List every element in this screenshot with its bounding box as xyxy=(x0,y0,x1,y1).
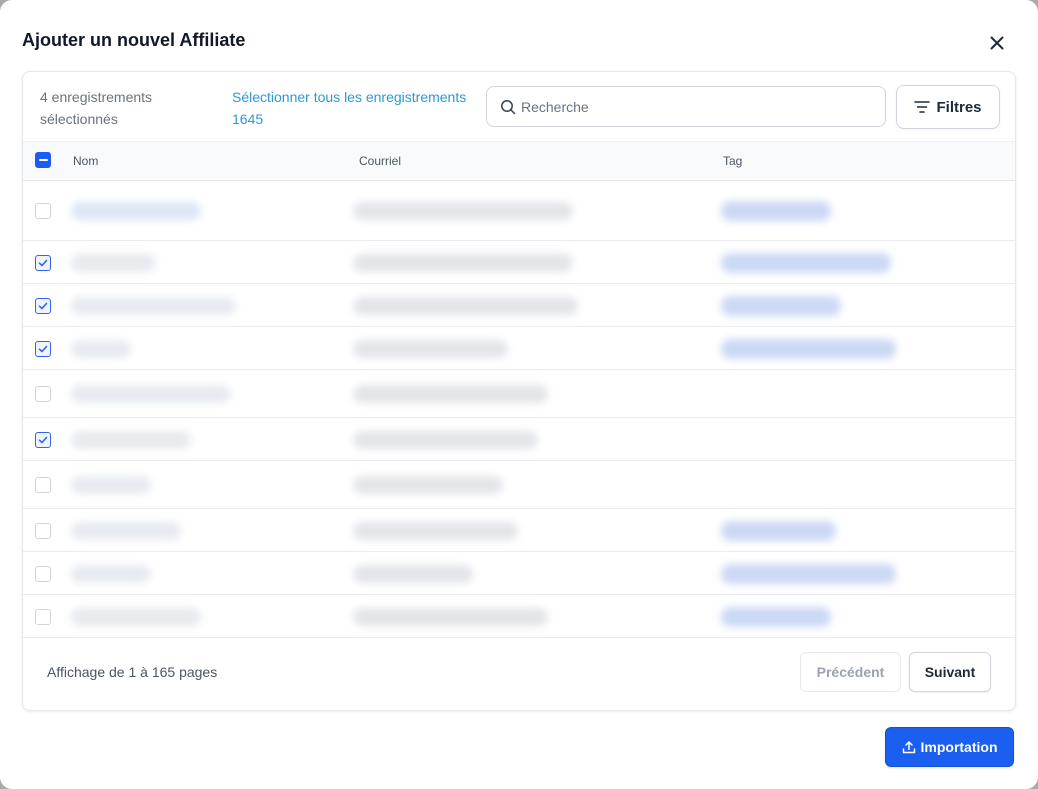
check-icon xyxy=(38,345,48,353)
select-all-records-link[interactable]: Sélectionner tous les enregistrements 16… xyxy=(232,86,487,130)
table-row[interactable] xyxy=(23,595,1015,638)
add-affiliate-dialog: Ajouter un nouvel Affiliate 4 enregistre… xyxy=(0,0,1038,789)
select-all-checkbox[interactable] xyxy=(35,152,51,168)
search-icon xyxy=(501,99,516,114)
close-button[interactable] xyxy=(984,30,1010,56)
table-row[interactable] xyxy=(23,418,1015,461)
column-header-email: Courriel xyxy=(359,154,402,168)
filter-lines-icon xyxy=(914,101,931,113)
cell-email-redacted xyxy=(353,476,503,494)
cell-name-redacted xyxy=(71,565,151,583)
check-icon xyxy=(38,302,48,310)
cell-name-redacted xyxy=(71,297,236,315)
cell-email-redacted xyxy=(353,340,508,358)
row-checkbox[interactable] xyxy=(35,298,51,314)
table-row[interactable] xyxy=(23,370,1015,418)
upload-icon xyxy=(902,741,915,754)
cell-name-redacted xyxy=(71,202,201,220)
row-checkbox[interactable] xyxy=(35,255,51,271)
cell-name-redacted xyxy=(71,385,231,403)
dialog-title: Ajouter un nouvel Affiliate xyxy=(22,30,246,50)
cell-email-redacted xyxy=(353,608,548,626)
cell-tag-redacted xyxy=(721,521,836,541)
cell-name-redacted xyxy=(71,522,181,540)
cell-email-redacted xyxy=(353,431,538,449)
table-row[interactable] xyxy=(23,284,1015,327)
next-page-button[interactable]: Suivant xyxy=(909,652,991,692)
table-row[interactable] xyxy=(23,327,1015,370)
previous-page-button[interactable]: Précédent xyxy=(800,652,901,692)
cell-name-redacted xyxy=(71,340,131,358)
import-button[interactable]: Importation xyxy=(885,727,1014,767)
row-checkbox[interactable] xyxy=(35,477,51,493)
row-checkbox[interactable] xyxy=(35,341,51,357)
pagination-info: Affichage de 1 à 165 pages xyxy=(47,664,218,680)
row-checkbox[interactable] xyxy=(35,386,51,402)
row-checkbox[interactable] xyxy=(35,203,51,219)
cell-name-redacted xyxy=(71,431,191,449)
filters-button[interactable]: Filtres xyxy=(896,85,1000,129)
check-icon xyxy=(38,259,48,267)
table-row[interactable] xyxy=(23,181,1015,241)
cell-tag-redacted xyxy=(721,564,896,584)
cell-email-redacted xyxy=(353,254,573,272)
column-header-tag: Tag xyxy=(723,154,743,168)
table-row[interactable] xyxy=(23,241,1015,284)
cell-email-redacted xyxy=(353,565,473,583)
cell-tag-redacted xyxy=(721,253,891,273)
import-label: Importation xyxy=(920,739,998,755)
cell-email-redacted xyxy=(353,385,548,403)
cell-email-redacted xyxy=(353,297,578,315)
close-icon xyxy=(990,36,1004,50)
cell-email-redacted xyxy=(353,202,573,220)
table-row[interactable] xyxy=(23,552,1015,595)
cell-name-redacted xyxy=(71,254,156,272)
cell-tag-redacted xyxy=(721,339,896,359)
cell-tag-redacted xyxy=(721,201,831,221)
table-row[interactable] xyxy=(23,509,1015,552)
cell-tag-redacted xyxy=(721,607,831,627)
row-checkbox[interactable] xyxy=(35,566,51,582)
search-box[interactable] xyxy=(486,86,886,127)
row-checkbox[interactable] xyxy=(35,432,51,448)
cell-tag-redacted xyxy=(721,296,841,316)
selected-count: 4 enregistrements sélectionnés xyxy=(40,89,153,127)
row-checkbox[interactable] xyxy=(35,523,51,539)
search-input[interactable] xyxy=(521,98,861,115)
filters-label: Filtres xyxy=(936,98,982,116)
cell-name-redacted xyxy=(71,608,201,626)
row-checkbox[interactable] xyxy=(35,609,51,625)
cell-email-redacted xyxy=(353,522,518,540)
table-row[interactable] xyxy=(23,461,1015,509)
check-icon xyxy=(38,436,48,444)
cell-name-redacted xyxy=(71,476,151,494)
records-card: 4 enregistrements sélectionnés Sélection… xyxy=(22,71,1016,711)
column-header-name: Nom xyxy=(73,154,99,168)
table-header: Nom Courriel Tag xyxy=(23,141,1015,181)
